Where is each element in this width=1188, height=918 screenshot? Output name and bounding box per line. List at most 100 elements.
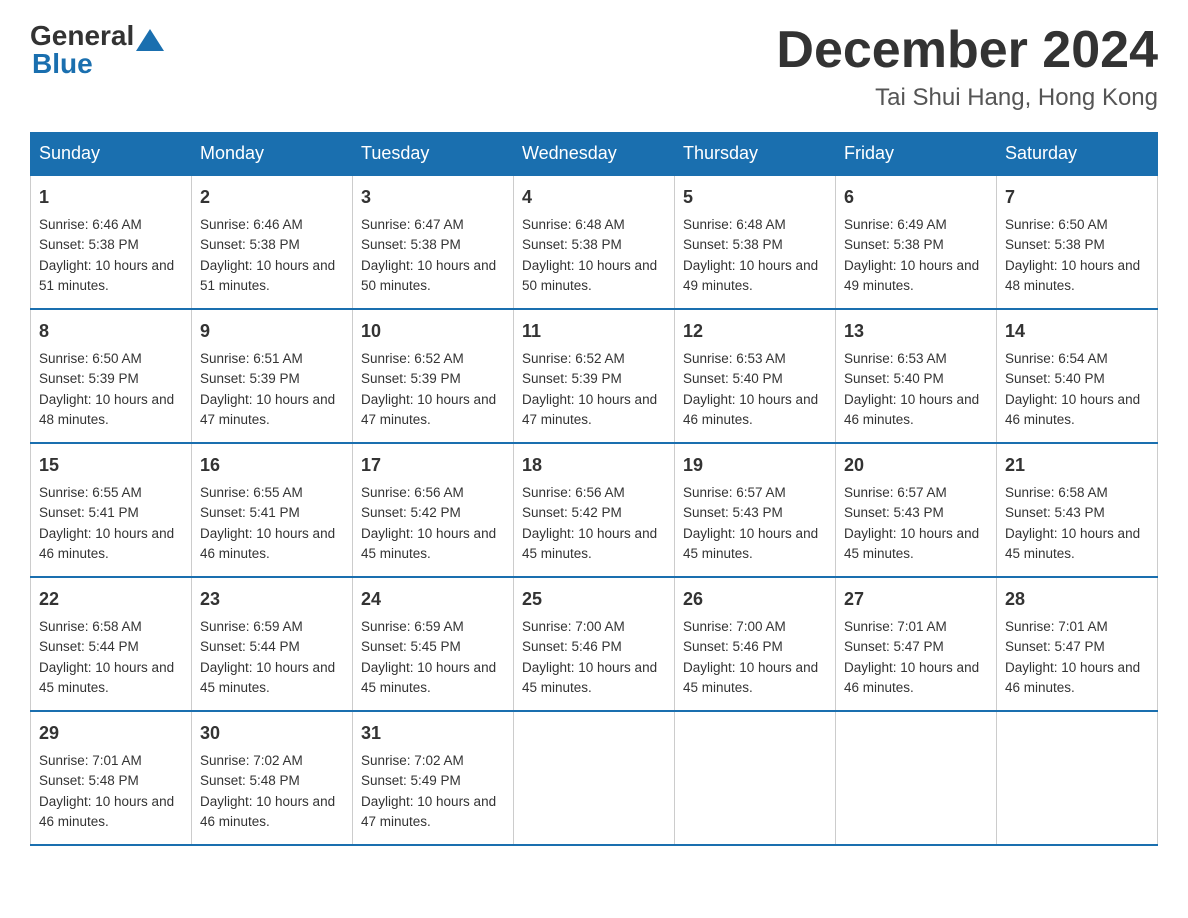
calendar-cell: 9Sunrise: 6:51 AMSunset: 5:39 PMDaylight… — [192, 309, 353, 443]
calendar-cell: 31Sunrise: 7:02 AMSunset: 5:49 PMDayligh… — [353, 711, 514, 845]
sunrise-label: Sunrise: 7:00 AM — [683, 619, 786, 634]
day-number: 22 — [39, 586, 183, 613]
daylight-label: Daylight: 10 hours and 46 minutes. — [844, 392, 979, 427]
calendar-cell: 21Sunrise: 6:58 AMSunset: 5:43 PMDayligh… — [997, 443, 1158, 577]
sunrise-label: Sunrise: 6:57 AM — [683, 485, 786, 500]
calendar-cell: 5Sunrise: 6:48 AMSunset: 5:38 PMDaylight… — [675, 175, 836, 309]
sunset-label: Sunset: 5:47 PM — [844, 639, 944, 654]
day-number: 9 — [200, 318, 344, 345]
sunset-label: Sunset: 5:46 PM — [683, 639, 783, 654]
calendar-cell: 18 Sunrise: 6:56 AM Sunset: 5:42 PM Dayligh… — [514, 443, 675, 577]
daylight-label: Daylight: 10 hours and 50 minutes. — [522, 258, 657, 293]
sunset-label: Sunset: 5:41 PM — [39, 505, 139, 520]
daylight-label: Daylight: 10 hours and 47 minutes. — [200, 392, 335, 427]
calendar-header-saturday: Saturday — [997, 133, 1158, 176]
sunset-label: Sunset: 5:40 PM — [1005, 371, 1105, 386]
sunset-label: Sunset: 5:38 PM — [1005, 237, 1105, 252]
day-number: 13 — [844, 318, 988, 345]
day-number: 10 — [361, 318, 505, 345]
sunrise-label: Sunrise: 7:02 AM — [200, 753, 303, 768]
calendar-cell: 6Sunrise: 6:49 AMSunset: 5:38 PMDaylight… — [836, 175, 997, 309]
calendar-week-row: 22 Sunrise: 6:58 AM Sunset: 5:44 PM Dayligh… — [31, 577, 1158, 711]
sunrise-label: Sunrise: 7:00 AM — [522, 619, 625, 634]
title-section: December 2024 Tai Shui Hang, Hong Kong — [776, 20, 1158, 112]
day-number: 2 — [200, 184, 344, 211]
calendar-cell: 28Sunrise: 7:01 AMSunset: 5:47 PMDayligh… — [997, 577, 1158, 711]
daylight-label: Daylight: 10 hours and 47 minutes. — [522, 392, 657, 427]
calendar-cell: 14Sunrise: 6:54 AMSunset: 5:40 PMDayligh… — [997, 309, 1158, 443]
daylight-label: Daylight: 10 hours and 45 minutes. — [39, 660, 174, 695]
day-number: 7 — [1005, 184, 1149, 211]
daylight-label: Daylight: 10 hours and 47 minutes. — [361, 794, 496, 829]
calendar-header-thursday: Thursday — [675, 133, 836, 176]
sunset-label: Sunset: 5:49 PM — [361, 773, 461, 788]
sunrise-label: Sunrise: 6:53 AM — [683, 351, 786, 366]
calendar-cell: 20Sunrise: 6:57 AMSunset: 5:43 PMDayligh… — [836, 443, 997, 577]
calendar-header-wednesday: Wednesday — [514, 133, 675, 176]
sunrise-label: Sunrise: 6:47 AM — [361, 217, 464, 232]
sunrise-label: Sunrise: 6:54 AM — [1005, 351, 1108, 366]
sunrise-label: Sunrise: 6:46 AM — [39, 217, 142, 232]
sunset-label: Sunset: 5:39 PM — [361, 371, 461, 386]
daylight-label: Daylight: 10 hours and 49 minutes. — [683, 258, 818, 293]
daylight-label: Daylight: 10 hours and 45 minutes. — [200, 660, 335, 695]
sunrise-label: Sunrise: 6:50 AM — [39, 351, 142, 366]
sunset-label: Sunset: 5:40 PM — [844, 371, 944, 386]
sunset-label: Sunset: 5:42 PM — [522, 505, 622, 520]
page-header: General Blue December 2024 Tai Shui Hang… — [30, 20, 1158, 112]
sunrise-label: Sunrise: 6:48 AM — [683, 217, 786, 232]
sunrise-label: Sunrise: 6:53 AM — [844, 351, 947, 366]
sunset-label: Sunset: 5:48 PM — [39, 773, 139, 788]
day-number: 12 — [683, 318, 827, 345]
sunset-label: Sunset: 5:41 PM — [200, 505, 300, 520]
sunset-label: Sunset: 5:38 PM — [844, 237, 944, 252]
calendar-cell: 24Sunrise: 6:59 AMSunset: 5:45 PMDayligh… — [353, 577, 514, 711]
sunset-label: Sunset: 5:38 PM — [39, 237, 139, 252]
sunrise-label: Sunrise: 6:52 AM — [522, 351, 625, 366]
sunrise-label: Sunrise: 6:58 AM — [1005, 485, 1108, 500]
calendar-cell: 8Sunrise: 6:50 AMSunset: 5:39 PMDaylight… — [31, 309, 192, 443]
day-number: 16 — [200, 452, 344, 479]
sunrise-label: Sunrise: 6:58 AM — [39, 619, 142, 634]
calendar-cell — [836, 711, 997, 845]
calendar-header-row: SundayMondayTuesdayWednesdayThursdayFrid… — [31, 133, 1158, 176]
daylight-label: Daylight: 10 hours and 47 minutes. — [361, 392, 496, 427]
calendar-cell: 3Sunrise: 6:47 AMSunset: 5:38 PMDaylight… — [353, 175, 514, 309]
day-number: 31 — [361, 720, 505, 747]
sunset-label: Sunset: 5:46 PM — [522, 639, 622, 654]
calendar-table: SundayMondayTuesdayWednesdayThursdayFrid… — [30, 132, 1158, 846]
day-number: 3 — [361, 184, 505, 211]
day-number: 20 — [844, 452, 988, 479]
sunrise-label: Sunrise: 6:55 AM — [200, 485, 303, 500]
daylight-label: Daylight: 10 hours and 46 minutes. — [39, 794, 174, 829]
calendar-cell: 7Sunrise: 6:50 AMSunset: 5:38 PMDaylight… — [997, 175, 1158, 309]
calendar-cell: 23Sunrise: 6:59 AMSunset: 5:44 PMDayligh… — [192, 577, 353, 711]
main-title: December 2024 — [776, 20, 1158, 80]
sunrise-label: Sunrise: 6:59 AM — [200, 619, 303, 634]
daylight-label: Daylight: 10 hours and 45 minutes. — [844, 526, 979, 561]
calendar-cell — [514, 711, 675, 845]
calendar-cell: 2Sunrise: 6:46 AMSunset: 5:38 PMDaylight… — [192, 175, 353, 309]
sunset-label: Sunset: 5:44 PM — [39, 639, 139, 654]
calendar-cell: 10Sunrise: 6:52 AMSunset: 5:39 PMDayligh… — [353, 309, 514, 443]
sunset-label: Sunset: 5:43 PM — [1005, 505, 1105, 520]
calendar-cell: 30Sunrise: 7:02 AMSunset: 5:48 PMDayligh… — [192, 711, 353, 845]
sunset-label: Sunset: 5:42 PM — [361, 505, 461, 520]
calendar-week-row: 8Sunrise: 6:50 AMSunset: 5:39 PMDaylight… — [31, 309, 1158, 443]
daylight-label: Daylight: 10 hours and 50 minutes. — [361, 258, 496, 293]
daylight-label: Daylight: 10 hours and 49 minutes. — [844, 258, 979, 293]
calendar-cell: 25Sunrise: 7:00 AMSunset: 5:46 PMDayligh… — [514, 577, 675, 711]
sunset-label: Sunset: 5:38 PM — [200, 237, 300, 252]
sunrise-label: Sunrise: 7:01 AM — [1005, 619, 1108, 634]
day-number: 18 — [522, 452, 666, 479]
calendar-header-tuesday: Tuesday — [353, 133, 514, 176]
calendar-cell: 22 Sunrise: 6:58 AM Sunset: 5:44 PM Dayligh… — [31, 577, 192, 711]
sunrise-label: Sunrise: 6:49 AM — [844, 217, 947, 232]
daylight-label: Daylight: 10 hours and 45 minutes. — [361, 660, 496, 695]
day-number: 29 — [39, 720, 183, 747]
sunrise-label: Sunrise: 6:56 AM — [522, 485, 625, 500]
daylight-label: Daylight: 10 hours and 45 minutes. — [522, 526, 657, 561]
day-number: 19 — [683, 452, 827, 479]
sunrise-label: Sunrise: 7:01 AM — [844, 619, 947, 634]
day-number: 26 — [683, 586, 827, 613]
